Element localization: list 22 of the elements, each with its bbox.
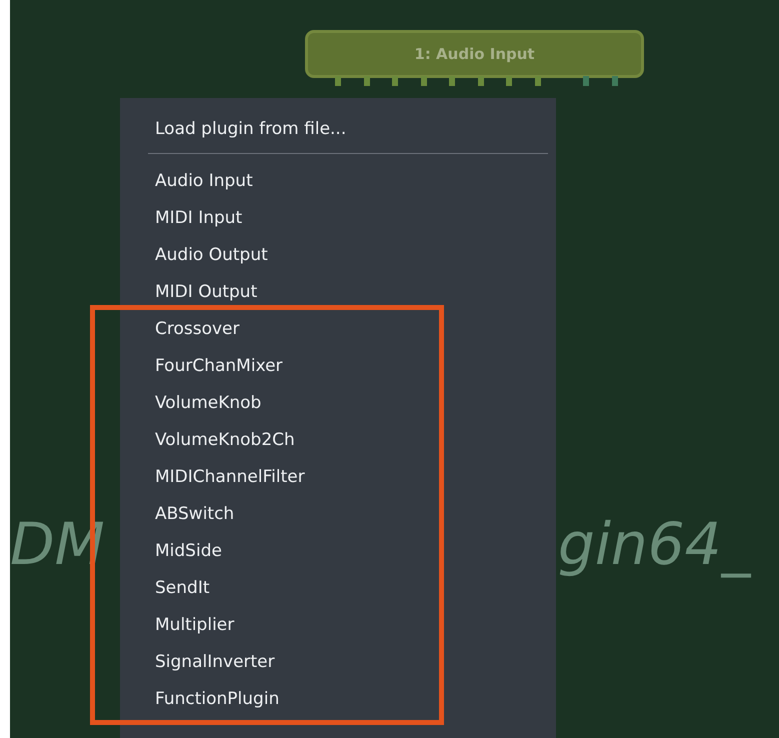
port-pin[interactable] xyxy=(364,76,370,86)
port-pin[interactable] xyxy=(478,76,484,86)
menu-item[interactable]: Multiplier xyxy=(125,606,439,643)
port-pin[interactable] xyxy=(534,76,540,86)
port-pin[interactable] xyxy=(420,76,426,86)
menu-item[interactable]: VolumeKnob2Ch xyxy=(125,421,439,458)
menu-item[interactable]: MIDI Input xyxy=(120,199,556,236)
background-label: gin64_ xyxy=(558,509,752,580)
menu-item[interactable]: ABSwitch xyxy=(125,495,439,532)
menu-item[interactable]: MIDI Output xyxy=(120,273,556,310)
menu-item[interactable]: Load plugin from file... xyxy=(120,110,556,147)
menu-item[interactable]: Crossover xyxy=(125,310,439,347)
menu-item[interactable]: Audio Input xyxy=(120,162,556,199)
menu-item[interactable]: FunctionPlugin xyxy=(125,680,439,717)
menu-item[interactable]: MidSide xyxy=(125,532,439,569)
menu-item[interactable]: Audio Output xyxy=(120,236,556,273)
menu-item[interactable]: VolumeKnob xyxy=(125,384,439,421)
menu-item[interactable]: MIDIChannelFilter xyxy=(125,458,439,495)
menu-item[interactable]: SendIt xyxy=(125,569,439,606)
port-pin[interactable] xyxy=(612,76,618,86)
menu-item[interactable]: FourChanMixer xyxy=(125,347,439,384)
menu-item[interactable]: SignalInverter xyxy=(125,643,439,680)
